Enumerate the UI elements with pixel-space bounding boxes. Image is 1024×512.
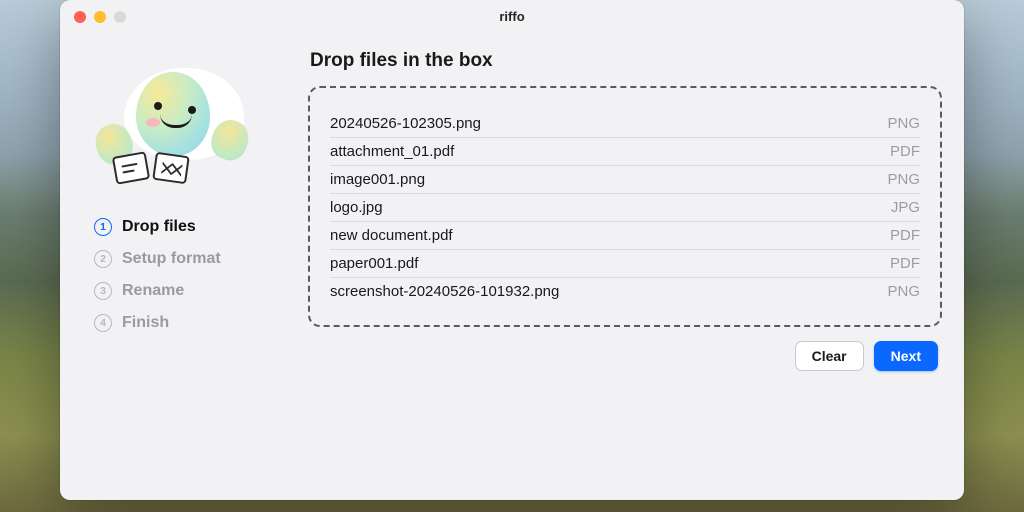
content: 1 Drop files 2 Setup format 3 Rename 4 Finish D…: [60, 34, 964, 500]
file-row[interactable]: logo.jpg JPG: [330, 194, 920, 222]
step-badge-icon: 3: [94, 282, 112, 300]
step-badge-icon: 4: [94, 314, 112, 332]
file-type: PNG: [887, 171, 920, 188]
step-label: Setup format: [122, 250, 221, 268]
file-name: screenshot-20240526-101932.png: [330, 283, 559, 300]
file-type: PDF: [890, 143, 920, 160]
file-type: PNG: [887, 115, 920, 132]
step-label: Rename: [122, 282, 184, 300]
file-type: JPG: [891, 199, 920, 216]
titlebar: riffo: [60, 0, 964, 34]
file-row[interactable]: attachment_01.pdf PDF: [330, 138, 920, 166]
page-title: Drop files in the box: [310, 50, 942, 72]
app-title: riffo: [60, 9, 964, 24]
file-name: image001.png: [330, 171, 425, 188]
main-panel: Drop files in the box 20240526-102305.pn…: [308, 40, 942, 482]
file-type: PDF: [890, 255, 920, 272]
file-row[interactable]: new document.pdf PDF: [330, 222, 920, 250]
step-badge-icon: 2: [94, 250, 112, 268]
step-label: Drop files: [122, 218, 196, 236]
file-type: PNG: [887, 283, 920, 300]
sidebar: 1 Drop files 2 Setup format 3 Rename 4 Finish: [82, 40, 298, 482]
step-label: Finish: [122, 314, 169, 332]
wizard-step-1[interactable]: 1 Drop files: [94, 218, 298, 236]
file-name: new document.pdf: [330, 227, 453, 244]
wizard-step-3[interactable]: 3 Rename: [94, 282, 298, 300]
clear-button[interactable]: Clear: [795, 341, 864, 371]
file-row[interactable]: screenshot-20240526-101932.png PNG: [330, 278, 920, 305]
file-name: logo.jpg: [330, 199, 383, 216]
wizard-step-4[interactable]: 4 Finish: [94, 314, 298, 332]
app-window: riffo 1 Drop files 2 Setup format 3 Rename 4 Fi…: [60, 0, 964, 500]
action-bar: Clear Next: [308, 341, 942, 371]
file-name: 20240526-102305.png: [330, 115, 481, 132]
file-dropzone[interactable]: 20240526-102305.png PNG attachment_01.pdf P…: [308, 86, 942, 327]
mascot-illustration: [92, 62, 252, 192]
file-row[interactable]: 20240526-102305.png PNG: [330, 110, 920, 138]
file-type: PDF: [890, 227, 920, 244]
step-badge-icon: 1: [94, 218, 112, 236]
file-name: paper001.pdf: [330, 255, 418, 272]
wizard-step-2[interactable]: 2 Setup format: [94, 250, 298, 268]
wizard-steps: 1 Drop files 2 Setup format 3 Rename 4 Finish: [88, 218, 298, 332]
next-button[interactable]: Next: [874, 341, 938, 371]
file-row[interactable]: image001.png PNG: [330, 166, 920, 194]
file-row[interactable]: paper001.pdf PDF: [330, 250, 920, 278]
file-name: attachment_01.pdf: [330, 143, 454, 160]
